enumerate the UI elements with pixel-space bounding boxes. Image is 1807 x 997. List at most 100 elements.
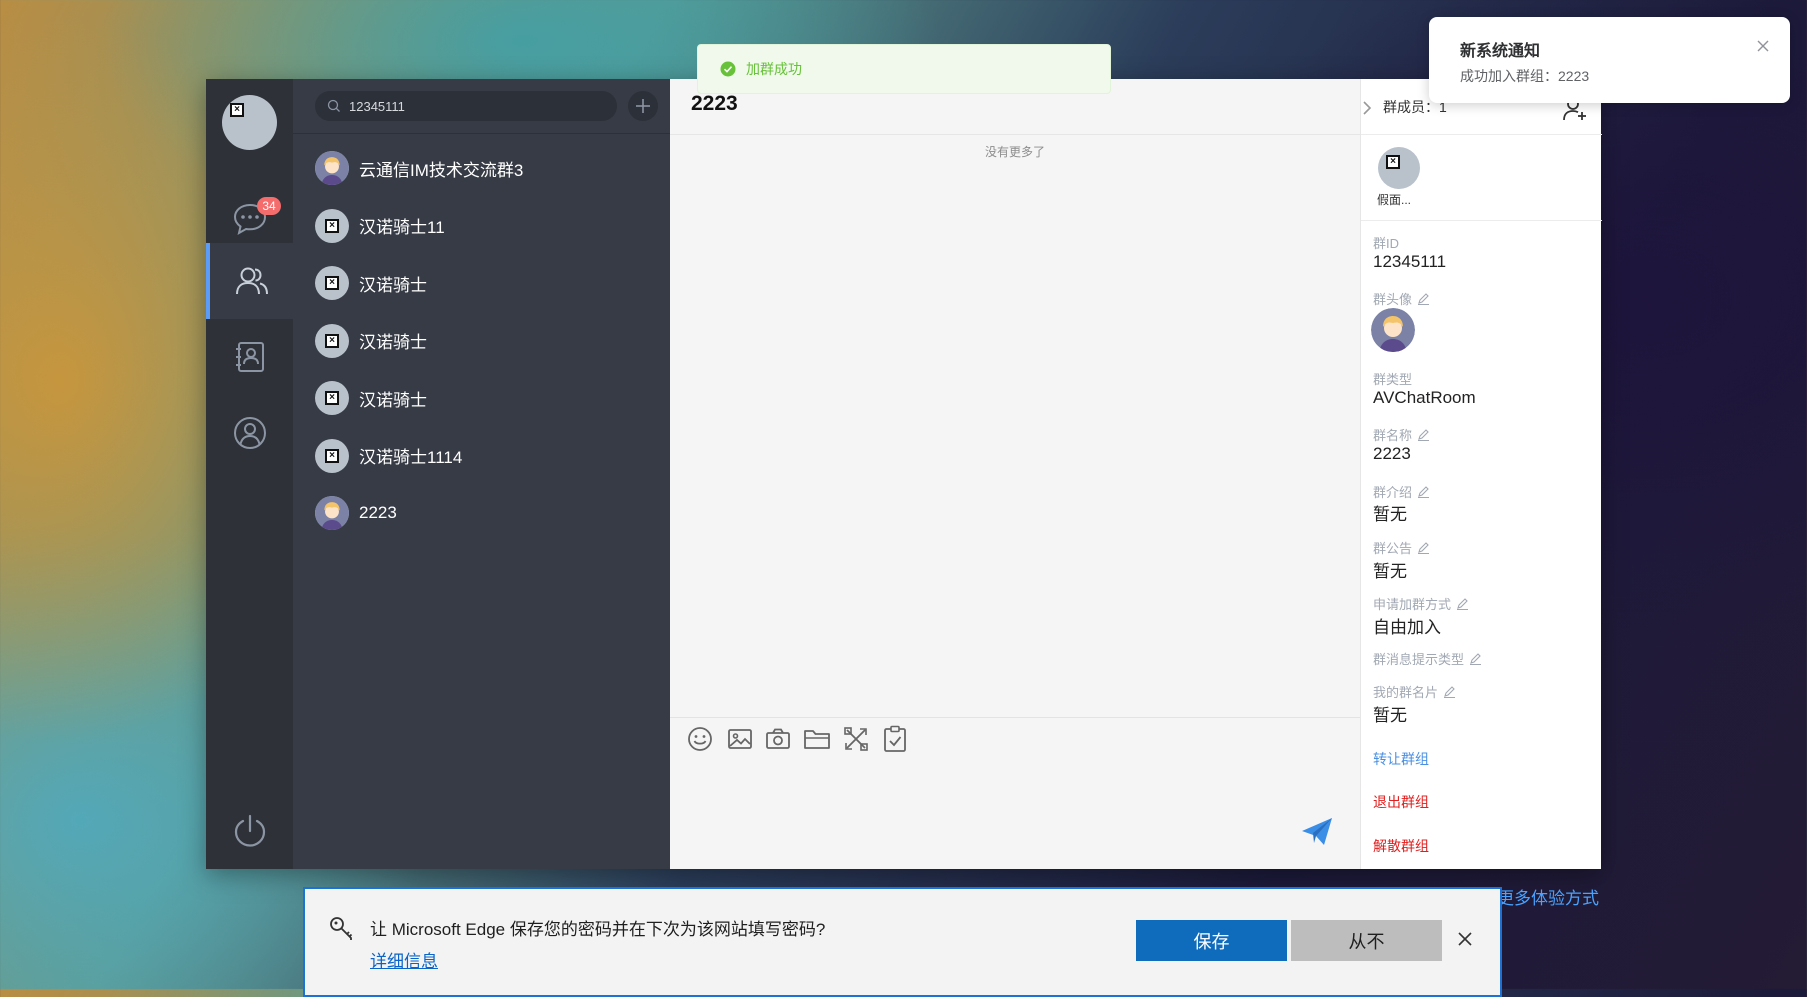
name-card-label: 我的群名片 — [1373, 685, 1439, 700]
send-button[interactable] — [1300, 815, 1334, 849]
nav-rail: × 34 — [206, 79, 293, 869]
edge-save-button[interactable]: 保存 — [1136, 920, 1287, 961]
broken-image-icon: × — [325, 391, 339, 405]
group-intro-value: 暂无 — [1373, 505, 1407, 524]
member-avatar[interactable]: × — [1378, 147, 1420, 189]
group-name-field[interactable]: 群名称 — [1373, 425, 1430, 444]
group-name: 汉诺骑士1114 — [359, 448, 463, 467]
broken-image-icon: × — [1386, 155, 1400, 169]
search-box[interactable] — [315, 91, 617, 121]
clipboard-check-icon — [884, 725, 906, 752]
group-name-label: 群名称 — [1373, 428, 1413, 443]
edit-pen-icon[interactable] — [1417, 428, 1430, 441]
group-id-value: 12345111 — [1373, 252, 1447, 271]
group-list-item[interactable]: × 汉诺骑士11 — [293, 199, 670, 253]
user-circle-icon — [233, 417, 266, 449]
group-list-item[interactable]: × 汉诺骑士1114 — [293, 429, 670, 483]
quit-group-button[interactable]: 退出群组 — [1373, 792, 1429, 812]
group-list-panel: 云通信IM技术交流群3 × 汉诺骑士11 × 汉诺骑士 × 汉诺骑士 × 汉诺骑士 × 汉诺骑士11… — [293, 79, 670, 869]
broken-image-icon: × — [325, 218, 339, 233]
group-list-item[interactable]: 云通信IM技术交流群3 — [293, 141, 670, 195]
edit-pen-icon[interactable] — [1456, 597, 1469, 610]
group-list-item[interactable]: × 汉诺骑士 — [293, 314, 670, 368]
unread-badge: 34 — [257, 197, 281, 215]
collapse-panel-button[interactable] — [1360, 95, 1374, 121]
edit-pen-icon[interactable] — [1443, 685, 1456, 698]
survey-button[interactable] — [880, 724, 910, 754]
group-name: 汉诺骑士11 — [359, 218, 445, 237]
my-avatar[interactable]: × — [222, 95, 277, 150]
edit-pen-icon[interactable] — [1417, 292, 1430, 305]
toolbar-divider — [670, 717, 1360, 718]
cartoon-avatar-icon — [315, 151, 349, 185]
group-list-item[interactable]: × 汉诺骑士 — [293, 256, 670, 310]
member-name: 假面... — [1377, 193, 1412, 207]
group-type-label: 群类型 — [1373, 372, 1413, 387]
group-avatar-field[interactable]: 群头像 — [1373, 289, 1430, 308]
group-id-label: 群ID — [1373, 236, 1400, 251]
edge-never-button[interactable]: 从不 — [1291, 920, 1442, 961]
nav-profile[interactable] — [206, 395, 293, 471]
contacts-book-icon — [235, 342, 264, 372]
notification-body: 成功加入群组：2223 — [1460, 68, 1590, 84]
add-button[interactable] — [628, 91, 658, 121]
plus-icon — [636, 99, 650, 113]
chat-area: 2223 没有更多了 — [670, 79, 1360, 869]
group-name: 2223 — [359, 503, 397, 522]
image-button[interactable] — [725, 724, 755, 754]
success-toast: 加群成功 — [697, 44, 1111, 94]
group-name: 汉诺骑士 — [359, 275, 427, 295]
edit-pen-icon[interactable] — [1417, 485, 1430, 498]
group-notice-label: 群公告 — [1373, 541, 1413, 556]
broken-image-icon: × — [325, 333, 339, 348]
custom-message-button[interactable] — [841, 724, 871, 754]
emoji-button[interactable] — [685, 724, 715, 754]
nav-groups[interactable] — [206, 243, 293, 319]
join-option-field[interactable]: 申请加群方式 — [1373, 594, 1469, 613]
more-experience-link[interactable]: 更多体验方式 — [1497, 884, 1599, 909]
group-list-item[interactable]: × 汉诺骑士 — [293, 371, 670, 425]
cartoon-avatar-icon — [1371, 308, 1415, 352]
broken-image-icon: × — [230, 103, 244, 117]
camera-button[interactable] — [763, 724, 793, 754]
nav-contacts[interactable] — [206, 319, 293, 395]
name-card-field[interactable]: 我的群名片 — [1373, 682, 1456, 701]
no-more-messages[interactable]: 没有更多了 — [670, 143, 1360, 160]
group-avatar-image — [1371, 308, 1415, 352]
group-avatar: × — [315, 381, 349, 415]
group-list-item[interactable]: 2223 — [293, 486, 670, 540]
group-intro-label: 群介绍 — [1373, 485, 1413, 500]
power-icon — [234, 814, 265, 847]
panel-divider — [1361, 220, 1602, 221]
msg-tip-field[interactable]: 群消息提示类型 — [1373, 649, 1482, 668]
emoji-icon — [688, 727, 712, 751]
search-input[interactable] — [347, 97, 601, 115]
group-icon — [235, 267, 268, 295]
group-avatar — [315, 151, 349, 185]
notification-title: 新系统通知 — [1460, 43, 1541, 60]
group-intro-field[interactable]: 群介绍 — [1373, 482, 1430, 501]
edit-pen-icon[interactable] — [1417, 541, 1430, 554]
dismiss-group-button[interactable]: 解散群组 — [1373, 836, 1429, 856]
group-name-value: 2223 — [1373, 444, 1411, 463]
group-avatar: × — [315, 323, 349, 358]
notification-close-button[interactable] — [1754, 37, 1772, 55]
edge-password-prompt: 让 Microsoft Edge 保存您的密码并在下次为该网站填写密码? 详细信… — [303, 887, 1502, 997]
logout-button[interactable] — [206, 793, 293, 869]
image-icon — [728, 729, 752, 749]
camera-icon — [766, 728, 790, 749]
group-name: 云通信IM技术交流群3 — [359, 160, 524, 180]
group-avatar-label: 群头像 — [1373, 292, 1413, 307]
group-notice-value: 暂无 — [1373, 562, 1407, 581]
group-avatar: × — [315, 438, 349, 473]
chat-header-divider — [670, 134, 1360, 135]
file-button[interactable] — [802, 724, 832, 754]
edge-close-button[interactable] — [1453, 927, 1477, 951]
chat-title: 2223 — [691, 92, 738, 115]
group-notice-field[interactable]: 群公告 — [1373, 538, 1430, 557]
im-app-window: × 34 12345111 云通信IM技术交流群3 × 汉诺骑士11 × 汉诺骑… — [206, 79, 1602, 869]
edit-pen-icon[interactable] — [1469, 652, 1482, 665]
transfer-group-button[interactable]: 转让群组 — [1373, 749, 1429, 769]
edge-details-link[interactable]: 详细信息 — [370, 947, 438, 972]
group-name: 汉诺骑士 — [359, 333, 427, 352]
